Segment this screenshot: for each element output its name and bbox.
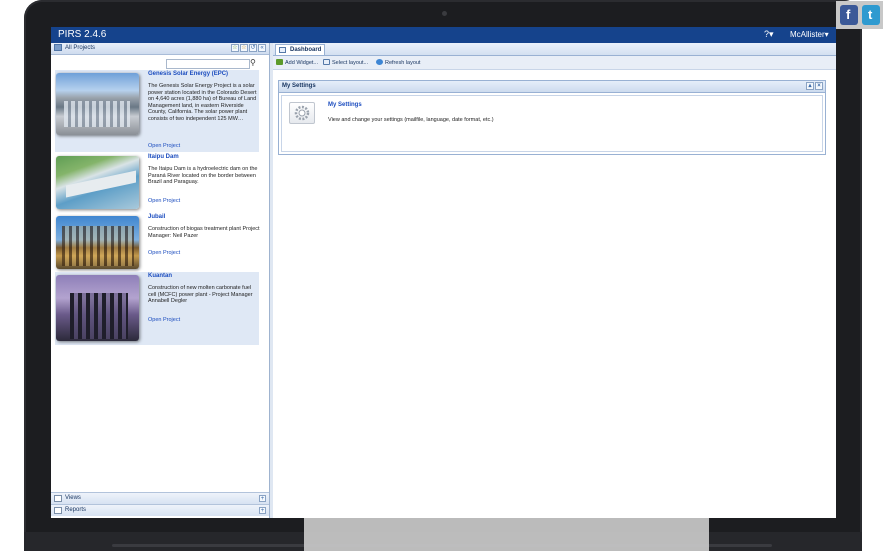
select-layout-label: Select layout... <box>332 60 369 66</box>
add-widget-button[interactable]: Add Widget... <box>276 59 318 66</box>
close-widget-icon[interactable]: × <box>815 82 823 90</box>
app-screen: PIRS 2.4.6 ?▾ McAllister▾ All Projects ☆… <box>51 27 836 518</box>
accordion-reports-label: Reports <box>65 507 87 513</box>
project-title[interactable]: Kuantan <box>148 273 172 279</box>
webcam <box>442 11 447 16</box>
projects-panel-title: All Projects <box>65 45 96 51</box>
refresh-icon[interactable]: ↺ <box>249 44 257 52</box>
open-project-link[interactable]: Open Project <box>148 250 180 256</box>
project-title[interactable]: Itaipu Dam <box>148 154 179 160</box>
project-item-itaipu[interactable]: Itaipu Dam The Itaipu Dam is a hydroelec… <box>55 153 259 210</box>
projects-panel-header: All Projects ☆ ☆ ↺ « <box>51 43 269 55</box>
project-title[interactable]: Jubail <box>148 214 165 220</box>
project-description: The Itaipu Dam is a hydroelectric dam on… <box>148 166 258 186</box>
overlay-bar <box>304 518 709 551</box>
accordion-views-label: Views <box>65 495 81 501</box>
search-icon[interactable]: ⚲ <box>250 58 256 67</box>
twitter-button[interactable]: t <box>862 5 880 25</box>
widget-title: My Settings <box>282 83 316 89</box>
open-project-link[interactable]: Open Project <box>148 198 180 204</box>
user-menu[interactable]: McAllister▾ <box>790 30 829 39</box>
widget-header: My Settings ▴ × <box>279 81 825 93</box>
select-layout-button[interactable]: Select layout... <box>323 59 368 66</box>
project-title[interactable]: Genesis Solar Energy (EPC) <box>148 71 228 77</box>
project-description: Construction of biogas treatment plant P… <box>148 226 260 239</box>
dashboard-toolbar: Add Widget... Select layout... Refresh l… <box>273 56 836 70</box>
project-description: Construction of new molten carbonate fue… <box>148 285 253 305</box>
tab-dashboard-label: Dashboard <box>290 47 322 53</box>
expand-icon[interactable]: + <box>259 495 266 502</box>
project-item-jubail[interactable]: Jubail Construction of biogas treatment … <box>55 213 260 270</box>
refresh-icon <box>376 59 383 65</box>
refresh-layout-button[interactable]: Refresh layout <box>376 59 420 66</box>
facebook-button[interactable]: f <box>840 5 858 25</box>
add-widget-icon <box>276 59 283 65</box>
project-item-genesis[interactable]: Genesis Solar Energy (EPC) The Genesis S… <box>55 70 259 152</box>
add-widget-label: Add Widget... <box>285 60 319 66</box>
my-settings-link[interactable]: My Settings <box>328 102 362 108</box>
views-icon <box>54 495 62 502</box>
project-thumbnail <box>56 73 139 135</box>
dashboard-icon <box>279 47 286 53</box>
accordion-views[interactable]: Views + <box>51 492 269 504</box>
collapse-widget-icon[interactable]: ▴ <box>806 82 814 90</box>
tab-bar: Dashboard <box>273 43 836 56</box>
accordion-reports[interactable]: Reports + <box>51 504 269 516</box>
project-item-kuantan[interactable]: Kuantan Construction of new molten carbo… <box>55 272 259 345</box>
dashboard-area: Dashboard Add Widget... Select layout...… <box>273 43 836 518</box>
twitter-icon: t <box>868 7 873 22</box>
app-titlebar: PIRS 2.4.6 ?▾ McAllister▾ <box>51 27 836 43</box>
layout-icon <box>323 59 330 65</box>
open-project-link[interactable]: Open Project <box>148 317 180 323</box>
favorite-icon[interactable]: ☆ <box>240 44 248 52</box>
expand-icon[interactable]: + <box>259 507 266 514</box>
facebook-icon: f <box>846 7 851 22</box>
tab-dashboard[interactable]: Dashboard <box>275 44 325 55</box>
project-thumbnail <box>56 275 139 341</box>
collapse-icon[interactable]: « <box>258 44 266 52</box>
widget-body: My Settings View and change your setting… <box>281 95 823 152</box>
project-description: The Genesis Solar Energy Project is a so… <box>148 83 257 122</box>
project-search-input[interactable] <box>166 59 250 69</box>
project-thumbnail <box>56 216 139 269</box>
favorite-add-icon[interactable]: ☆ <box>231 44 239 52</box>
my-settings-widget: My Settings ▴ × My Settings View and cha… <box>278 80 826 155</box>
app-title: PIRS 2.4.6 <box>58 29 107 40</box>
projects-panel: All Projects ☆ ☆ ↺ « ⚲ Genesis Solar Ene… <box>51 43 270 518</box>
my-settings-description: View and change your settings (mailfile,… <box>328 117 494 123</box>
project-thumbnail <box>56 156 139 209</box>
help-menu-icon[interactable]: ?▾ <box>764 29 774 40</box>
open-project-link[interactable]: Open Project <box>148 143 180 149</box>
projects-icon <box>54 44 62 51</box>
refresh-layout-label: Refresh layout <box>385 60 421 66</box>
reports-icon <box>54 507 62 514</box>
gear-icon[interactable] <box>289 102 315 124</box>
